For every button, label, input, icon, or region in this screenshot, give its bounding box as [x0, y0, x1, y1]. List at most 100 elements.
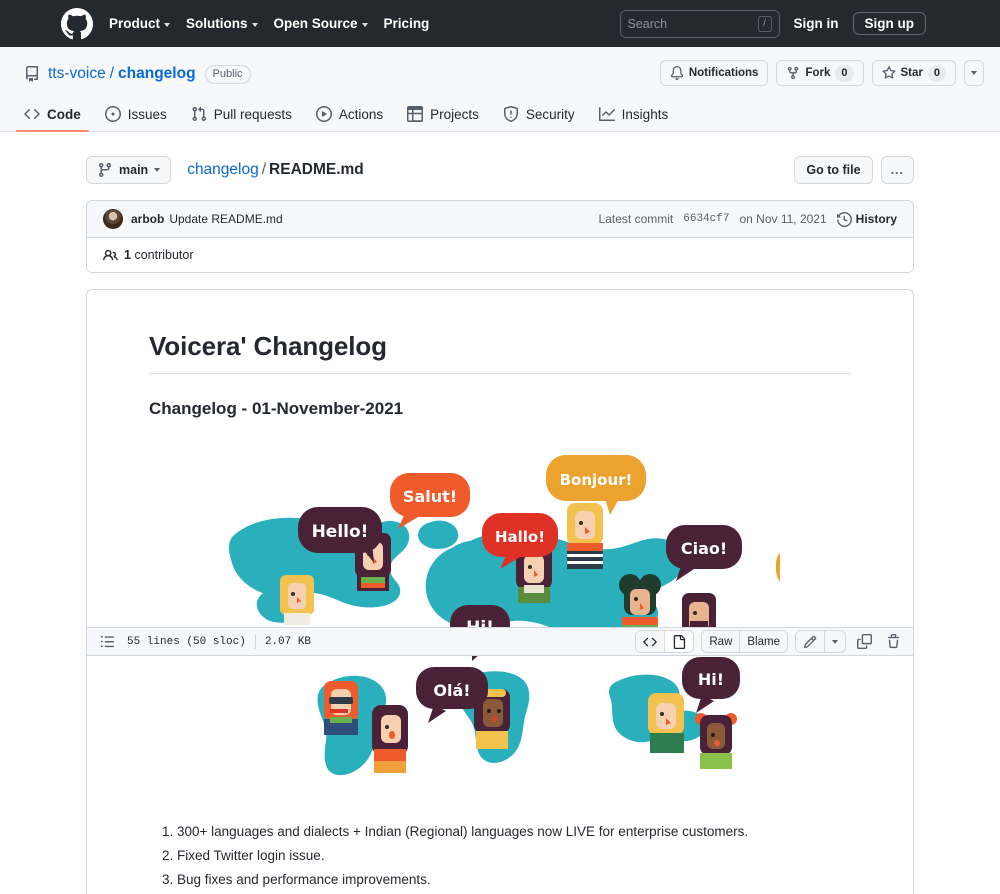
latest-commit-label: Latest commit	[598, 212, 674, 226]
tab-insights[interactable]: Insights	[591, 99, 677, 131]
latest-commit-row: arbob Update README.md Latest commit 663…	[87, 201, 913, 238]
contributors-word: contributor	[134, 248, 194, 262]
tab-pull-requests-label: Pull requests	[213, 106, 292, 122]
nav-item-pricing-label: Pricing	[383, 16, 430, 31]
branch-name: main	[119, 163, 149, 177]
git-pull-request-icon	[191, 106, 207, 122]
repository-tabs: Code Issues Pull requests Actions Projec…	[0, 99, 1000, 132]
history-link[interactable]: History	[836, 211, 897, 227]
sign-in-link[interactable]: Sign in	[794, 16, 839, 31]
repo-visibility-badge: Public	[204, 64, 251, 84]
commit-sha-link[interactable]: 6634cf7	[683, 213, 729, 225]
breadcrumb-current-file: README.md	[269, 161, 364, 178]
file-toolbar-left: 55 lines (50 sloc) 2.07 KB	[96, 631, 311, 653]
trash-icon[interactable]	[882, 631, 904, 653]
breadcrumb: changelog / README.md	[187, 161, 364, 179]
sign-up-button[interactable]: Sign up	[852, 12, 926, 35]
history-label: History	[855, 212, 897, 226]
branch-selector[interactable]: main	[86, 156, 172, 184]
tab-security[interactable]: Security	[495, 99, 583, 131]
repository-actions: Notifications Fork 0 Star 0	[659, 60, 984, 86]
file-toolbar-right: Raw Blame	[635, 630, 904, 653]
view-mode-group	[635, 630, 695, 653]
tab-projects[interactable]: Projects	[399, 99, 487, 131]
bell-icon	[670, 66, 684, 80]
nav-item-product[interactable]: Product	[109, 16, 171, 31]
svg-text:Salut!: Salut!	[403, 487, 457, 506]
chevron-down-icon[interactable]	[824, 631, 845, 652]
tab-code[interactable]: Code	[16, 99, 89, 132]
fork-button[interactable]: Fork 0	[776, 60, 864, 86]
search-placeholder: Search	[627, 16, 668, 31]
table-icon	[407, 106, 424, 122]
toolbar-divider	[254, 634, 256, 649]
tab-code-label: Code	[47, 106, 81, 122]
tab-actions[interactable]: Actions	[308, 99, 391, 131]
tab-issues[interactable]: Issues	[97, 99, 175, 131]
repo-separator: /	[109, 65, 115, 82]
notifications-label: Notifications	[688, 67, 759, 79]
issue-opened-icon	[104, 106, 121, 122]
blame-button[interactable]: Blame	[739, 631, 787, 652]
nav-item-solutions[interactable]: Solutions	[186, 16, 258, 31]
star-button[interactable]: Star 0	[871, 60, 956, 86]
star-dropdown-button[interactable]	[964, 60, 984, 86]
fork-label: Fork	[805, 67, 831, 79]
fork-count: 0	[835, 64, 854, 82]
repo-owner-link[interactable]: tts-voice	[48, 65, 106, 83]
tab-insights-label: Insights	[621, 106, 669, 122]
commit-message-link[interactable]: Update README.md	[169, 212, 282, 226]
main-content: main changelog / README.md Go to file ... …	[0, 132, 1000, 894]
svg-text:Olá!: Olá!	[433, 681, 470, 700]
notifications-button[interactable]: Notifications	[659, 60, 769, 86]
commit-info-box: arbob Update README.md Latest commit 663…	[86, 200, 914, 273]
file-navigation: main changelog / README.md Go to file ...	[86, 156, 914, 184]
copy-icon[interactable]	[853, 631, 875, 653]
commit-author-link[interactable]: arbob	[131, 212, 164, 226]
file-line-count: 55 lines (50 sloc)	[127, 635, 246, 648]
svg-text:Bonjour!: Bonjour!	[560, 471, 633, 489]
go-to-file-button[interactable]: Go to file	[794, 156, 873, 184]
preview-view-button[interactable]	[664, 631, 694, 652]
github-mark-icon[interactable]	[61, 7, 93, 40]
people-icon	[103, 248, 118, 263]
list-unordered-icon[interactable]	[96, 631, 118, 653]
graph-icon	[598, 106, 615, 122]
caret-glyph	[832, 639, 838, 644]
more-options-button[interactable]: ...	[880, 156, 914, 184]
contributors-label[interactable]: 1 contributor	[124, 248, 194, 262]
chevron-down-icon	[251, 22, 258, 27]
raw-blame-group: Raw Blame	[701, 630, 788, 653]
list-item: Fixed Twitter login issue.	[177, 846, 851, 866]
avatar[interactable]	[103, 209, 123, 229]
global-nav: Product Solutions Open Source Pricing	[109, 16, 429, 31]
changelog-list: 300+ languages and dialects + Indian (Re…	[149, 822, 851, 891]
tab-actions-label: Actions	[338, 106, 384, 122]
svg-text:Hallo!: Hallo!	[495, 528, 545, 546]
search-input[interactable]: Search /	[619, 9, 780, 38]
fork-icon	[786, 66, 800, 80]
tab-projects-label: Projects	[430, 106, 479, 122]
tab-pull-requests[interactable]: Pull requests	[183, 99, 300, 131]
tab-security-label: Security	[525, 106, 575, 122]
breadcrumb-root-link[interactable]: changelog	[187, 161, 259, 178]
git-branch-icon	[97, 162, 113, 178]
repository-header: tts-voice / changelog Public Notificatio…	[0, 47, 1000, 132]
contributors-count: 1	[124, 248, 131, 262]
chevron-down-icon	[164, 22, 171, 27]
play-icon	[315, 106, 332, 122]
list-item: Bug fixes and performance improvements.	[177, 870, 851, 890]
raw-button[interactable]: Raw	[702, 631, 740, 652]
contributors-row: 1 contributor	[87, 238, 913, 272]
code-view-button[interactable]	[636, 631, 665, 652]
file-icon	[672, 634, 686, 649]
repo-name-link[interactable]: changelog	[118, 65, 196, 83]
file-size: 2.07 KB	[264, 635, 312, 648]
code-icon	[24, 106, 40, 122]
pencil-icon[interactable]	[796, 631, 824, 652]
file-navigation-actions: Go to file ...	[794, 156, 914, 184]
nav-item-open-source[interactable]: Open Source	[274, 16, 368, 31]
bubble-hi-lower: Hi!	[682, 656, 740, 713]
commit-date: on Nov 11, 2021	[739, 212, 827, 226]
nav-item-pricing[interactable]: Pricing	[384, 16, 430, 31]
